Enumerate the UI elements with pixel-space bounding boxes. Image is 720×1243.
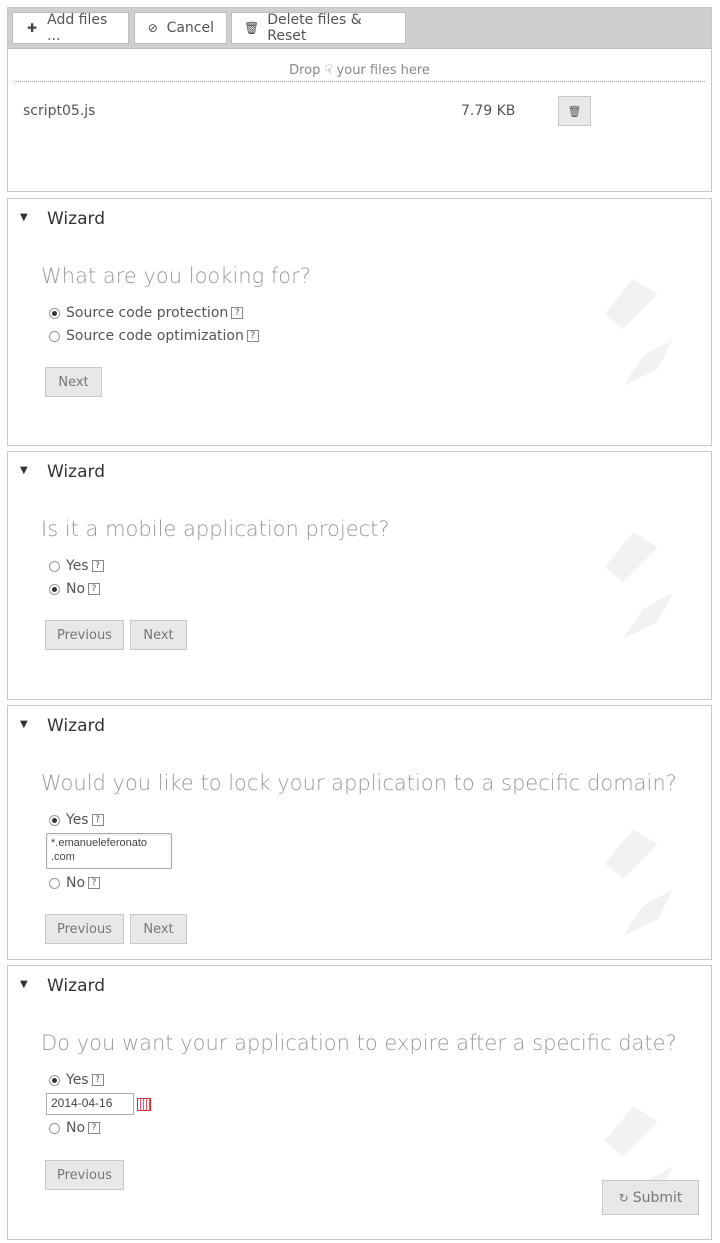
watermark-logo-icon [605, 829, 673, 936]
help-icon[interactable]: ? [91, 814, 104, 826]
previous-button[interactable]: Previous [45, 620, 124, 650]
caret-down-icon: ▼ [20, 212, 28, 223]
option-no[interactable]: No ? [49, 1118, 101, 1138]
option-no[interactable]: No ? [49, 873, 101, 893]
hand-down-icon: ☟ [324, 63, 333, 78]
file-name: script05.js [23, 103, 96, 119]
domain-textarea[interactable]: *.emanueleferonato .com [46, 833, 172, 869]
wizard-panel: ▼ Wizard Is it a mobile application proj… [7, 451, 712, 700]
option-yes[interactable]: Yes ? [49, 1070, 104, 1090]
refresh-icon: ↻ [618, 1190, 629, 1205]
radio-button[interactable] [49, 814, 60, 826]
watermark-logo-icon [605, 279, 673, 386]
option-yes[interactable]: Yes ? [49, 810, 104, 830]
file-row: script05.js 7.79 KB 🗑 [8, 96, 711, 126]
radio-button[interactable] [49, 330, 60, 342]
radio-button[interactable] [49, 1074, 60, 1086]
upload-panel: ✚ Add files ... ⊘ Cancel 🗑 Delete files … [7, 7, 712, 192]
delete-file-button[interactable]: 🗑 [558, 96, 591, 126]
help-icon[interactable]: ? [91, 560, 104, 572]
radio-button[interactable] [49, 560, 60, 572]
wizard-question: Is it a mobile application project? [41, 517, 390, 541]
option-source-optimization[interactable]: Source code optimization ? [49, 326, 259, 346]
help-icon[interactable]: ? [231, 307, 244, 319]
next-button[interactable]: Next [130, 620, 187, 650]
wizard-panel: ▼ Wizard What are you looking for? Sourc… [7, 198, 712, 446]
radio-button[interactable] [49, 877, 60, 889]
add-files-button[interactable]: ✚ Add files ... [12, 12, 129, 44]
option-yes[interactable]: Yes ? [49, 556, 104, 576]
previous-button[interactable]: Previous [45, 914, 124, 944]
expiry-date-input[interactable]: 2014-04-16 [46, 1093, 134, 1115]
help-icon[interactable]: ? [88, 583, 101, 595]
radio-button[interactable] [49, 307, 60, 319]
upload-toolbar: ✚ Add files ... ⊘ Cancel 🗑 Delete files … [8, 8, 711, 49]
caret-down-icon: ▼ [20, 979, 28, 990]
plus-icon: ✚ [27, 21, 38, 35]
help-icon[interactable]: ? [88, 877, 101, 889]
calendar-icon[interactable] [137, 1098, 151, 1111]
help-icon[interactable]: ? [91, 1074, 104, 1086]
wizard-question: Do you want your application to expire a… [41, 1031, 677, 1055]
radio-button[interactable] [49, 1122, 60, 1134]
option-source-protection[interactable]: Source code protection ? [49, 303, 244, 323]
file-size: 7.79 KB [461, 103, 516, 119]
cancel-button[interactable]: ⊘ Cancel [134, 12, 227, 44]
delete-reset-button[interactable]: 🗑 Delete files & Reset [231, 12, 406, 44]
wizard-panel: ▼ Wizard Do you want your application to… [7, 965, 712, 1240]
next-button[interactable]: Next [130, 914, 187, 944]
next-button[interactable]: Next [45, 367, 102, 397]
help-icon[interactable]: ? [88, 1122, 101, 1134]
wizard-panel: ▼ Wizard Would you like to lock your app… [7, 705, 712, 960]
option-no[interactable]: No ? [49, 579, 101, 599]
drop-zone[interactable]: Drop ☟ your files here [14, 63, 705, 82]
radio-button[interactable] [49, 583, 60, 595]
watermark-logo-icon [605, 532, 673, 639]
caret-down-icon: ▼ [20, 465, 28, 476]
submit-button[interactable]: ↻ Submit [602, 1180, 699, 1215]
trash-icon: 🗑 [244, 21, 260, 35]
wizard-question: Would you like to lock your application … [41, 771, 677, 795]
wizard-question: What are you looking for? [41, 264, 311, 288]
caret-down-icon: ▼ [20, 719, 28, 730]
help-icon[interactable]: ? [246, 330, 259, 342]
trash-icon: 🗑 [567, 104, 582, 118]
ban-icon: ⊘ [147, 21, 158, 35]
previous-button[interactable]: Previous [45, 1160, 124, 1190]
